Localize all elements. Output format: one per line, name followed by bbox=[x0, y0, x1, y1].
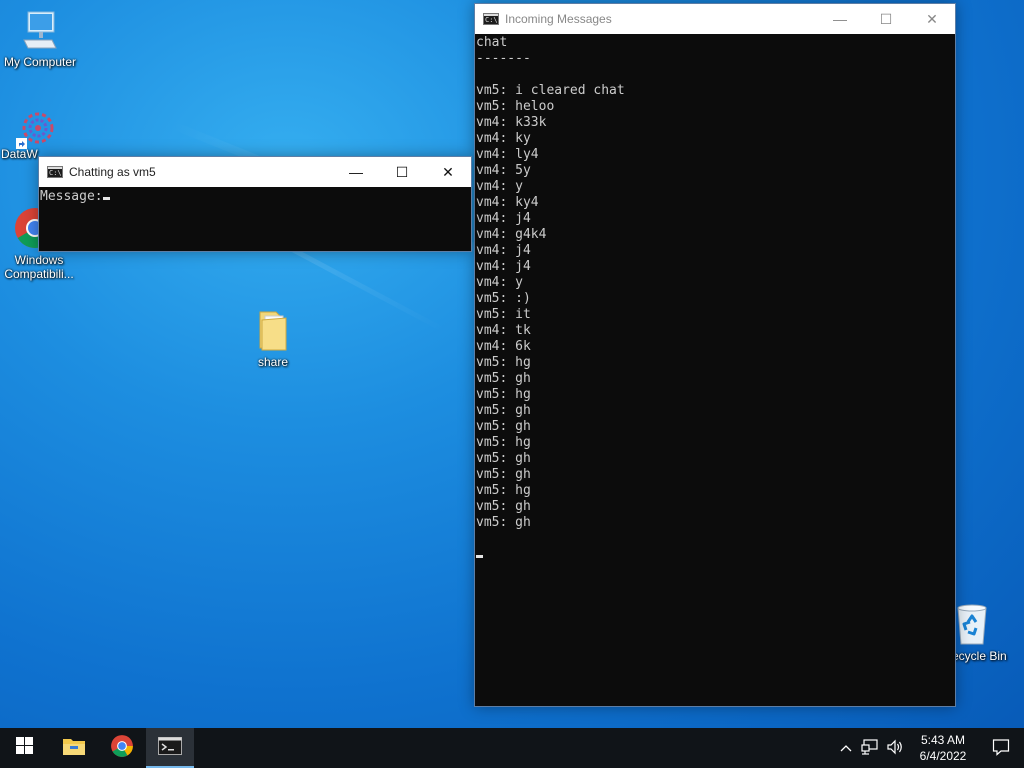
console-line: vm5: :) bbox=[476, 291, 531, 306]
network-button[interactable] bbox=[858, 728, 882, 768]
console-line: vm5: gh bbox=[476, 419, 531, 434]
console-line: vm4: ky bbox=[476, 131, 531, 146]
desktop-icon-recycle-bin[interactable]: ecycle Bin bbox=[944, 602, 1024, 663]
console-line: vm4: ky4 bbox=[476, 195, 539, 210]
clock-date: 6/4/2022 bbox=[919, 749, 967, 763]
chevron-up-icon bbox=[840, 741, 852, 755]
dataw-app-icon bbox=[16, 106, 60, 150]
console-line: vm4: g4k4 bbox=[476, 227, 547, 242]
maximize-button[interactable]: ☐ bbox=[863, 4, 909, 34]
cmd-icon bbox=[158, 736, 182, 760]
notification-icon bbox=[992, 738, 1010, 759]
incoming-console-output: chat ------- vm5: i cleared chat vm5: helo… bbox=[475, 34, 955, 563]
console-line: vm4: y bbox=[476, 275, 523, 290]
console-line: vm5: hg bbox=[476, 387, 531, 402]
console-line: vm5: hg bbox=[476, 483, 531, 498]
taskbar-command-prompt[interactable] bbox=[146, 728, 194, 768]
console-line: vm4: tk bbox=[476, 323, 531, 338]
console-line: vm5: it bbox=[476, 307, 531, 322]
console-line: vm5: gh bbox=[476, 371, 531, 386]
incoming-messages-titlebar[interactable]: C:\ Incoming Messages — ☐ ✕ bbox=[475, 4, 955, 34]
message-input-line[interactable]: Message: bbox=[39, 187, 471, 205]
volume-button[interactable] bbox=[882, 728, 908, 768]
console-line: vm4: j4 bbox=[476, 259, 531, 274]
console-spacer bbox=[476, 531, 955, 547]
console-line: vm4: y bbox=[476, 179, 523, 194]
console-line: vm5: heloo bbox=[476, 99, 555, 114]
desktop-icon-label: My Computer bbox=[3, 55, 77, 69]
console-line: vm5: gh bbox=[476, 499, 531, 514]
minimize-button[interactable]: — bbox=[333, 157, 379, 187]
text-cursor bbox=[102, 197, 110, 200]
text-cursor bbox=[476, 555, 483, 558]
computer-icon bbox=[22, 10, 58, 52]
action-center-button[interactable] bbox=[978, 728, 1024, 768]
chat-window[interactable]: C:\ Chatting as vm5 — ☐ ✕ Message: bbox=[38, 156, 472, 252]
incoming-messages-window[interactable]: C:\ Incoming Messages — ☐ ✕ chat ------- … bbox=[474, 3, 956, 707]
taskbar-file-explorer[interactable] bbox=[50, 728, 98, 768]
console-line: ------- bbox=[476, 51, 531, 66]
desktop-icon-my-computer[interactable]: My Computer bbox=[0, 10, 80, 69]
console-line: vm4: 5y bbox=[476, 163, 531, 178]
desktop-icon-dataw[interactable]: DataW bbox=[0, 106, 78, 161]
console-line: vm5: i cleared chat bbox=[476, 83, 625, 98]
cmd-icon: C:\ bbox=[483, 13, 499, 25]
speaker-icon bbox=[886, 739, 904, 758]
console-line: vm4: k33k bbox=[476, 115, 547, 130]
console-line: vm5: gh bbox=[476, 403, 531, 418]
folder-icon bbox=[256, 308, 290, 352]
taskbar: 5:43 AM 6/4/2022 bbox=[0, 728, 1024, 768]
minimize-button[interactable]: — bbox=[817, 4, 863, 34]
taskbar-clock[interactable]: 5:43 AM 6/4/2022 bbox=[908, 732, 978, 764]
close-button[interactable]: ✕ bbox=[425, 157, 471, 187]
console-line: vm5: gh bbox=[476, 515, 531, 530]
desktop-icon-label: share bbox=[257, 355, 289, 369]
console-line: vm5: hg bbox=[476, 435, 531, 450]
message-prompt: Message: bbox=[40, 189, 103, 204]
start-button[interactable] bbox=[0, 728, 48, 768]
desktop-icon-share[interactable]: share bbox=[233, 308, 313, 369]
cmd-icon: C:\ bbox=[47, 166, 63, 178]
console-line: vm4: j4 bbox=[476, 211, 531, 226]
network-icon bbox=[861, 738, 879, 758]
window-title: Chatting as vm5 bbox=[69, 165, 156, 179]
close-button[interactable]: ✕ bbox=[909, 4, 955, 34]
show-hidden-icons-button[interactable] bbox=[834, 728, 858, 768]
file-explorer-icon bbox=[62, 736, 86, 761]
chat-titlebar[interactable]: C:\ Chatting as vm5 — ☐ ✕ bbox=[39, 157, 471, 187]
console-line: vm5: gh bbox=[476, 467, 531, 482]
chrome-icon bbox=[110, 734, 134, 763]
console-line: vm4: 6k bbox=[476, 339, 531, 354]
clock-time: 5:43 AM bbox=[920, 733, 966, 747]
window-title: Incoming Messages bbox=[505, 12, 612, 26]
windows-logo-icon bbox=[15, 737, 33, 759]
console-line: vm5: hg bbox=[476, 355, 531, 370]
console-line: vm4: j4 bbox=[476, 243, 531, 258]
desktop-icon-label: Windows Compatibili... bbox=[4, 253, 74, 281]
taskbar-chrome[interactable] bbox=[98, 728, 146, 768]
desktop-icon-label: ecycle Bin bbox=[952, 649, 1007, 663]
console-cursor-line bbox=[476, 547, 955, 563]
maximize-button[interactable]: ☐ bbox=[379, 157, 425, 187]
recycle-bin-icon bbox=[950, 602, 994, 646]
console-line: vm5: gh bbox=[476, 451, 531, 466]
system-tray: 5:43 AM 6/4/2022 bbox=[834, 728, 1024, 768]
console-line: chat bbox=[476, 35, 508, 50]
console-line: vm4: ly4 bbox=[476, 147, 539, 162]
